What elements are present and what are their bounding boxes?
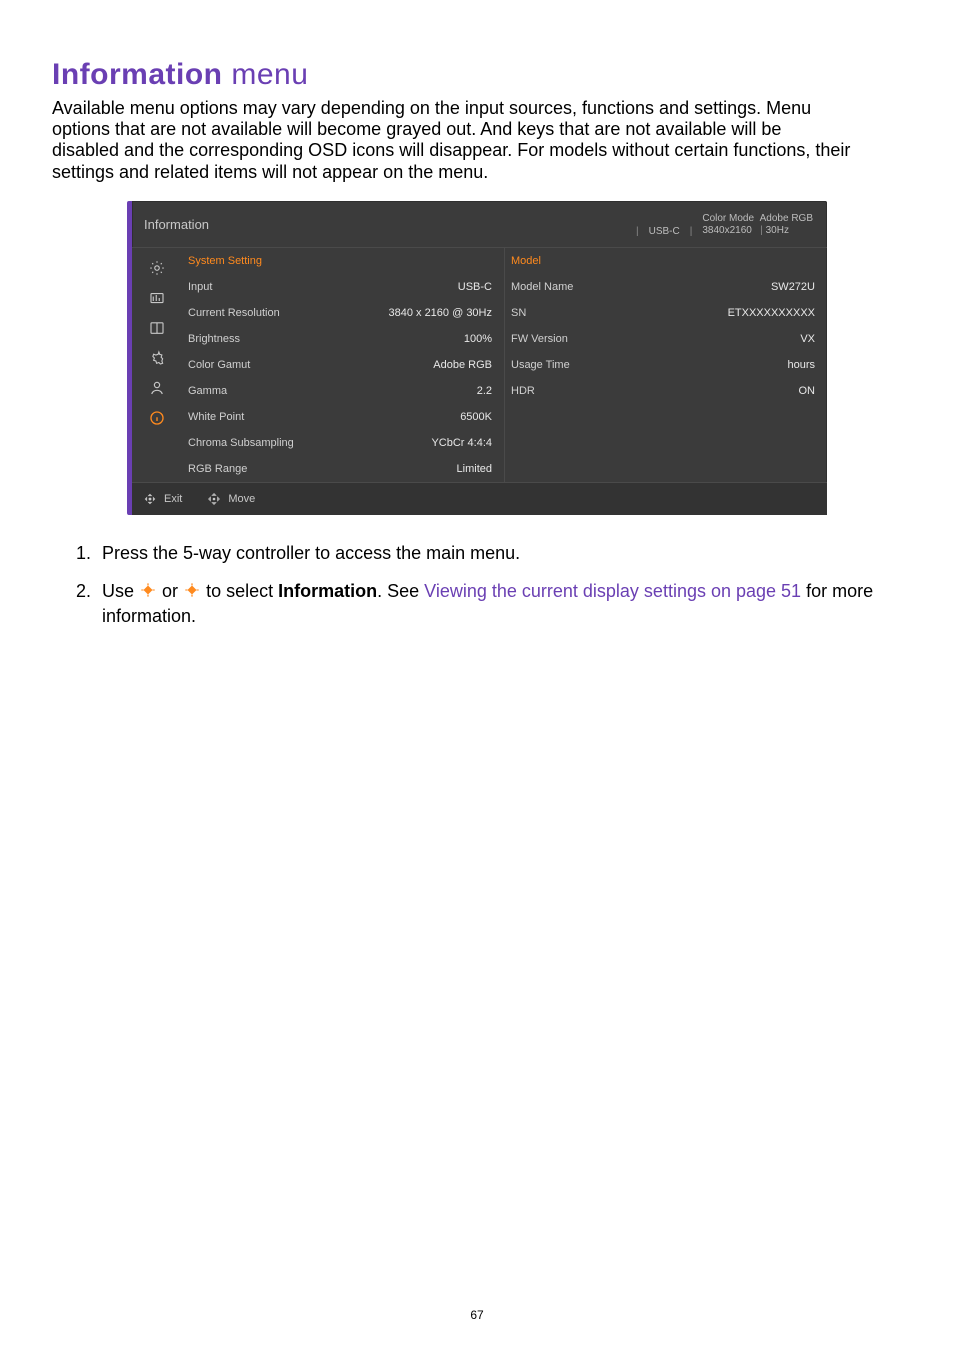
osd-left-column: System Setting InputUSB-C Current Resolu… xyxy=(182,248,505,482)
osd-row: Usage Timehours xyxy=(505,352,827,378)
color-adjust-icon xyxy=(147,288,167,308)
osd-status: | USB-C | Color Mode Adobe RGB 3840x2160… xyxy=(636,213,813,237)
user-icon xyxy=(147,378,167,398)
osd-row-header: System Setting xyxy=(182,248,504,274)
osd-row: Chroma SubsamplingYCbCr 4:4:4 xyxy=(182,430,504,456)
step-1: Press the 5-way controller to access the… xyxy=(96,541,902,565)
status-sep: | xyxy=(690,226,693,237)
steps-list: Press the 5-way controller to access the… xyxy=(52,541,902,628)
osd-row: RGB RangeLimited xyxy=(182,456,504,482)
osd-panel: Information | USB-C | Color Mode Adobe R… xyxy=(127,201,827,515)
osd-hint-exit: Exit xyxy=(142,491,182,507)
heading-bold: Information xyxy=(52,58,223,91)
osd-sidebar xyxy=(132,248,182,482)
osd-row: Current Resolution3840 x 2160 @ 30Hz xyxy=(182,300,504,326)
link-viewing-display-settings[interactable]: Viewing the current display settings on … xyxy=(424,581,801,601)
status-resolution: 3840x2160 xyxy=(702,225,752,236)
osd-row: Color GamutAdobe RGB xyxy=(182,352,504,378)
osd-row: FW VersionVX xyxy=(505,326,827,352)
osd-row: HDRON xyxy=(505,378,827,404)
osd-title: Information xyxy=(144,217,209,232)
osd-row: InputUSB-C xyxy=(182,274,504,300)
heading-rest: menu xyxy=(223,58,309,91)
osd-row: SNETXXXXXXXXXX xyxy=(505,300,827,326)
osd-row: Brightness100% xyxy=(182,326,504,352)
status-sep: | xyxy=(636,226,639,237)
osd-right-column: Model Model NameSW272U SNETXXXXXXXXXX FW… xyxy=(505,248,827,482)
joystick-center-icon xyxy=(142,491,158,507)
status-colormode-label: Color Mode Adobe RGB xyxy=(702,213,813,225)
osd-row-header: Model xyxy=(505,248,827,274)
osd-topbar: Information | USB-C | Color Mode Adobe R… xyxy=(132,201,827,248)
osd-row: Model NameSW272U xyxy=(505,274,827,300)
osd-hint-move: Move xyxy=(206,491,255,507)
settings-icon xyxy=(147,348,167,368)
joystick-right-icon xyxy=(183,581,201,599)
step-2-bold: Information xyxy=(278,581,377,601)
joystick-left-icon xyxy=(139,581,157,599)
osd-row: White Point6500K xyxy=(182,404,504,430)
osd-row: Gamma2.2 xyxy=(182,378,504,404)
page-number: 67 xyxy=(0,1308,954,1322)
step-2: Use or to select Information. See Viewin… xyxy=(96,579,902,628)
brightness-icon xyxy=(147,258,167,278)
intro-paragraph: Available menu options may vary dependin… xyxy=(52,98,852,183)
page-heading: Information menu xyxy=(52,58,902,92)
osd-footer: Exit Move xyxy=(132,482,827,515)
joystick-move-icon xyxy=(206,491,222,507)
status-input: USB-C xyxy=(649,226,680,237)
pip-icon xyxy=(147,318,167,338)
status-refresh: 30Hz xyxy=(766,225,789,236)
information-icon xyxy=(147,408,167,428)
